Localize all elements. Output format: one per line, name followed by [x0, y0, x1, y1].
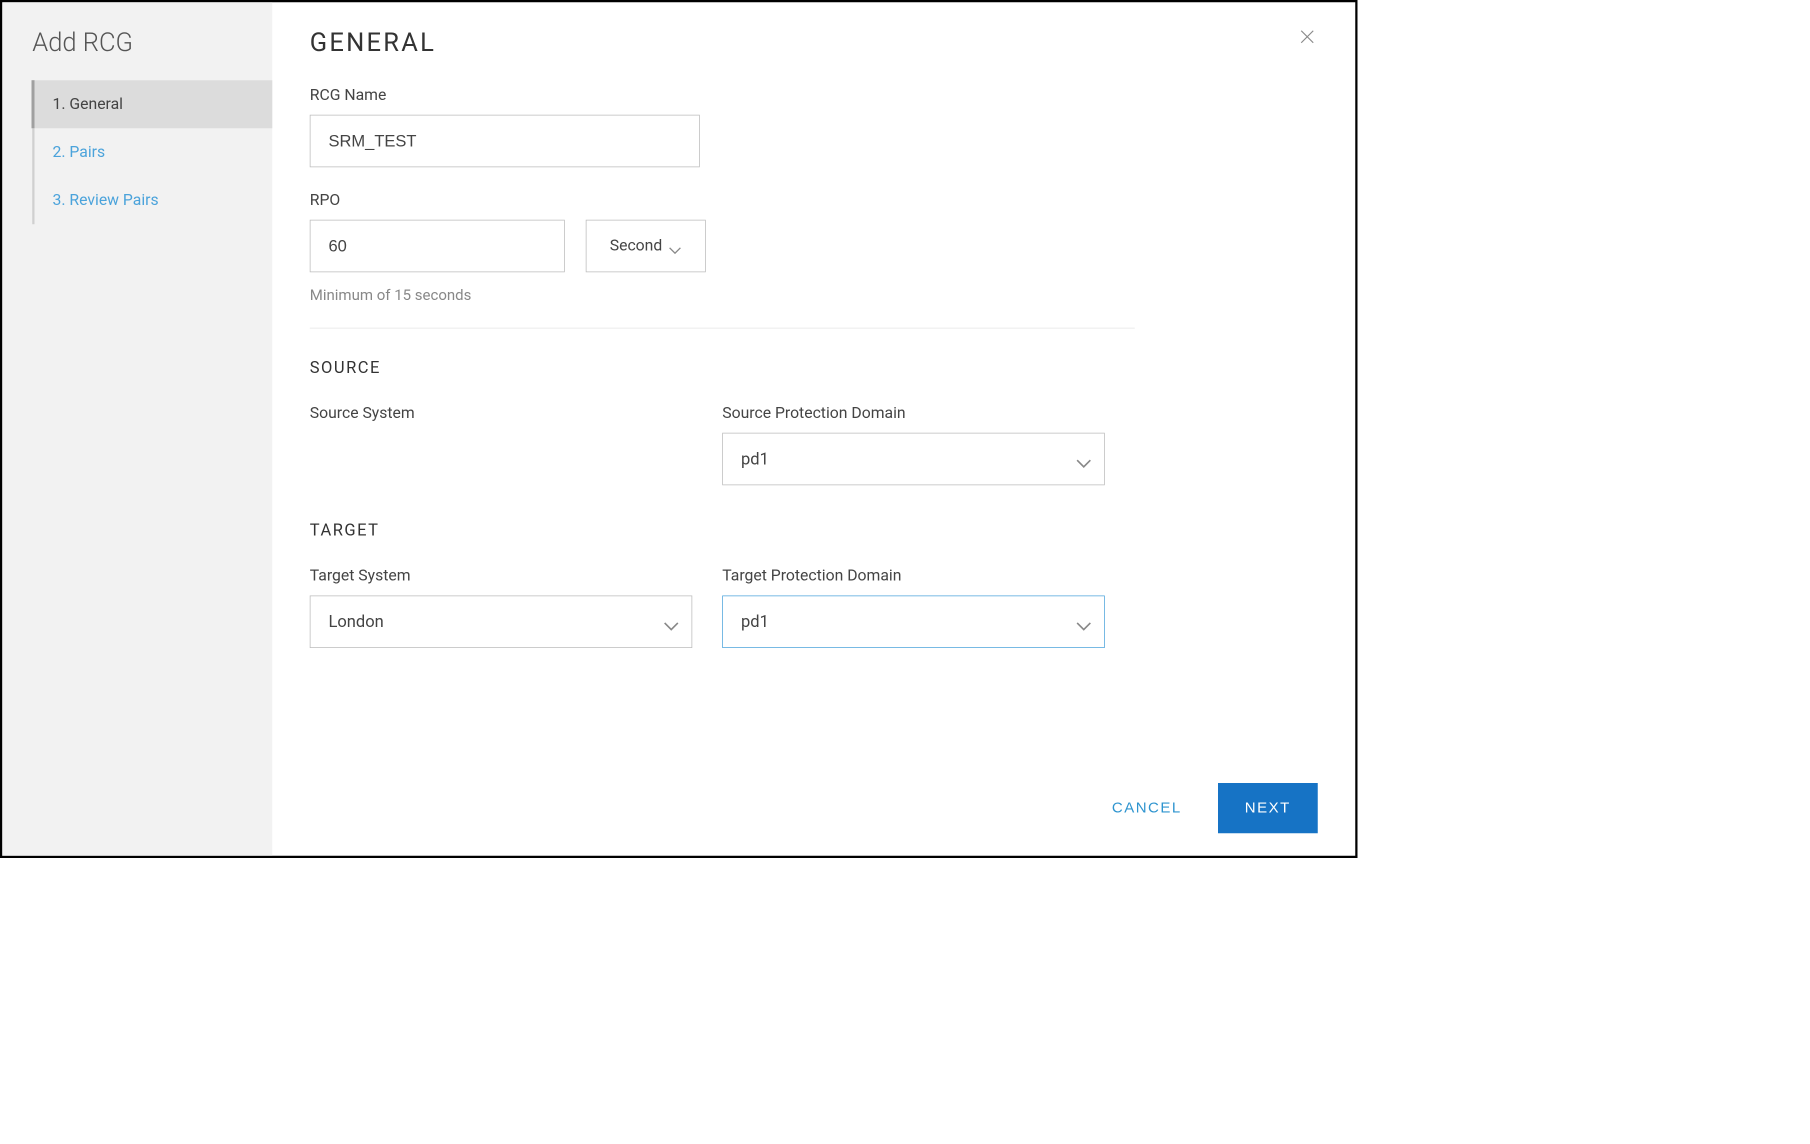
sidebar-step-label: 2. Pairs: [53, 143, 106, 161]
page-title: GENERAL: [310, 28, 436, 58]
sidebar-step-pairs[interactable]: 2. Pairs: [35, 128, 273, 176]
source-system-label: Source System: [310, 404, 693, 422]
rpo-unit-select[interactable]: Second: [586, 220, 706, 273]
sidebar-step-label: 1. General: [53, 95, 123, 113]
target-system-label: Target System: [310, 567, 693, 585]
sidebar-step-general[interactable]: 1. General: [32, 80, 273, 128]
rcg-name-input[interactable]: [310, 115, 700, 168]
source-domain-label: Source Protection Domain: [722, 404, 1105, 422]
footer: CANCEL NEXT: [310, 768, 1318, 833]
source-domain-col: Source Protection Domain pd1: [722, 404, 1105, 485]
target-row: Target System London Target Protection D…: [310, 567, 1318, 648]
target-system-select[interactable]: London: [310, 596, 693, 649]
source-system-col: Source System: [310, 404, 693, 485]
chevron-down-icon: [1076, 617, 1090, 626]
target-system-col: Target System London: [310, 567, 693, 648]
main-panel: GENERAL RCG Name RPO Second: [272, 2, 1355, 856]
rpo-value-input[interactable]: [310, 220, 565, 273]
rpo-row: Second: [310, 220, 1318, 273]
chevron-down-icon: [668, 242, 682, 251]
source-row: Source System Source Protection Domain p…: [310, 404, 1318, 485]
rcg-name-group: RCG Name: [310, 86, 1318, 167]
main-header: GENERAL: [310, 28, 1318, 58]
target-system-value: London: [329, 612, 384, 631]
divider: [310, 328, 1135, 329]
add-rcg-modal: Add RCG 1. General 2. Pairs 3. Review Pa…: [0, 0, 1358, 858]
next-button[interactable]: NEXT: [1218, 783, 1318, 833]
sidebar-step-review-pairs[interactable]: 3. Review Pairs: [35, 176, 273, 224]
rpo-hint: Minimum of 15 seconds: [310, 286, 1318, 304]
form-content: RCG Name RPO Second Minimum of 15 second…: [310, 86, 1318, 768]
wizard-sidebar: Add RCG 1. General 2. Pairs 3. Review Pa…: [2, 2, 272, 856]
rpo-group: RPO Second Minimum of 15 seconds: [310, 191, 1318, 304]
chevron-down-icon: [1076, 455, 1090, 464]
close-button[interactable]: [1297, 28, 1318, 49]
rpo-label: RPO: [310, 191, 1318, 209]
target-section-title: TARGET: [310, 521, 1318, 540]
rcg-name-label: RCG Name: [310, 86, 1318, 104]
target-domain-value: pd1: [741, 612, 769, 631]
sidebar-steps: 1. General 2. Pairs 3. Review Pairs: [32, 80, 272, 224]
close-icon: [1298, 28, 1316, 49]
rpo-unit-value: Second: [610, 237, 663, 255]
source-domain-select[interactable]: pd1: [722, 433, 1105, 486]
target-domain-label: Target Protection Domain: [722, 567, 1105, 585]
cancel-button[interactable]: CANCEL: [1094, 786, 1200, 830]
source-domain-value: pd1: [741, 450, 769, 469]
chevron-down-icon: [663, 617, 677, 626]
target-domain-col: Target Protection Domain pd1: [722, 567, 1105, 648]
target-domain-select[interactable]: pd1: [722, 596, 1105, 649]
sidebar-title: Add RCG: [2, 28, 272, 81]
sidebar-step-label: 3. Review Pairs: [53, 191, 159, 209]
source-section-title: SOURCE: [310, 359, 1318, 378]
